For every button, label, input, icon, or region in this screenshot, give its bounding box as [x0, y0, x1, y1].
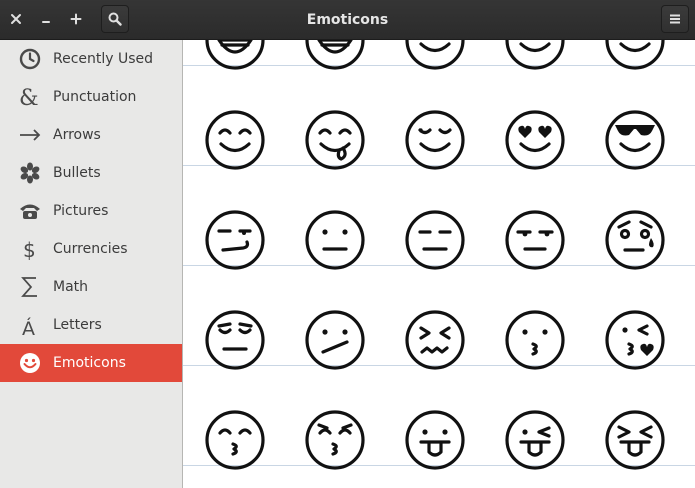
sidebar-item-label: Arrows — [53, 127, 101, 143]
minimize-button[interactable] — [33, 6, 59, 32]
anxious-sweat-face-icon — [605, 210, 665, 270]
unamused-face-icon — [505, 210, 565, 270]
relieved-face-icon — [405, 110, 465, 170]
ampersand-icon: & — [18, 85, 42, 109]
kissing-face-icon — [505, 310, 565, 370]
hamburger-menu-icon — [670, 14, 680, 24]
smiling-face-icon — [505, 40, 565, 70]
minimize-icon — [42, 21, 50, 23]
sidebar-item-punctuation[interactable]: & Punctuation — [0, 78, 182, 116]
sidebar-item-label: Pictures — [53, 203, 109, 219]
relieved-face-emoticon[interactable] — [403, 108, 467, 172]
sidebar-item-bullets[interactable]: Bullets — [0, 154, 182, 192]
kissing-smiling-eyes-face-icon — [305, 410, 365, 470]
sidebar-item-pictures[interactable]: Pictures — [0, 192, 182, 230]
kissing-smiling-eyes-face-emoticon[interactable] — [303, 408, 367, 472]
search-icon — [108, 12, 122, 26]
sunglasses-face-icon — [605, 110, 665, 170]
kissing-face-emoticon[interactable] — [503, 308, 567, 372]
sidebar-item-label: Bullets — [53, 165, 101, 181]
smiling-face-icon — [405, 40, 465, 70]
grinning-face-smiling-eyes-icon — [305, 40, 365, 70]
asterisk-bullet-icon — [18, 161, 42, 185]
neutral-face-emoticon[interactable] — [303, 208, 367, 272]
face-savouring-food-icon — [305, 110, 365, 170]
smirking-face-emoticon[interactable] — [203, 208, 267, 272]
confused-face-icon — [305, 310, 365, 370]
sidebar-item-emoticons[interactable]: Emoticons — [0, 344, 182, 382]
letter-a-acute-icon: Á — [18, 313, 42, 337]
sidebar-item-letters[interactable]: Á Letters — [0, 306, 182, 344]
sunglasses-face-emoticon[interactable] — [603, 108, 667, 172]
sidebar-item-arrows[interactable]: Arrows — [0, 116, 182, 154]
kissing-closed-eyes-face-icon — [205, 410, 265, 470]
expressionless-face-emoticon[interactable] — [403, 208, 467, 272]
smiling-face-emoticon[interactable] — [503, 40, 567, 72]
winking-tongue-face-emoticon[interactable] — [503, 408, 567, 472]
kissing-closed-eyes-face-emoticon[interactable] — [203, 408, 267, 472]
search-button[interactable] — [101, 5, 129, 33]
anxious-sweat-face-emoticon[interactable] — [603, 208, 667, 272]
sidebar-item-label: Emoticons — [53, 355, 126, 371]
dollar-icon: $ — [18, 237, 42, 261]
smiling-face-icon — [605, 40, 665, 70]
arrow-right-icon — [18, 123, 42, 147]
menu-button[interactable] — [661, 5, 689, 33]
confused-face-emoticon[interactable] — [303, 308, 367, 372]
svg-text:&: & — [19, 86, 39, 108]
sidebar-item-recently-used[interactable]: Recently Used — [0, 40, 182, 78]
neutral-face-icon — [305, 210, 365, 270]
sidebar-item-label: Punctuation — [53, 89, 137, 105]
smiling-face-smiling-eyes-emoticon[interactable] — [203, 108, 267, 172]
header-bar: Emoticons — [0, 0, 695, 40]
sidebar-item-currencies[interactable]: $ Currencies — [0, 230, 182, 268]
face-blowing-kiss-emoticon[interactable] — [603, 308, 667, 372]
sigma-icon — [18, 275, 42, 299]
pensive-face-icon — [205, 310, 265, 370]
emoticon-grid — [183, 40, 695, 488]
telephone-icon — [18, 199, 42, 223]
smirking-face-icon — [205, 210, 265, 270]
sidebar-item-label: Currencies — [53, 241, 128, 257]
squinting-tongue-face-emoticon[interactable] — [603, 408, 667, 472]
svg-text:Á: Á — [22, 317, 35, 337]
sidebar-item-math[interactable]: Math — [0, 268, 182, 306]
smiley-icon — [18, 351, 42, 375]
plus-icon — [70, 13, 82, 25]
confounded-face-icon — [405, 310, 465, 370]
sidebar-item-label: Letters — [53, 317, 102, 333]
tongue-out-face-icon — [405, 410, 465, 470]
smiling-face-smiling-eyes-icon — [205, 110, 265, 170]
grinning-face-emoticon[interactable] — [203, 40, 267, 72]
sidebar: Recently Used & Punctuation Arrows Bulle… — [0, 40, 183, 488]
add-button[interactable] — [63, 6, 89, 32]
grinning-face-icon — [205, 40, 265, 70]
squinting-tongue-face-icon — [605, 410, 665, 470]
close-button[interactable] — [3, 6, 29, 32]
sidebar-item-label: Math — [53, 279, 89, 295]
smiling-face-emoticon[interactable] — [403, 40, 467, 72]
pensive-face-emoticon[interactable] — [203, 308, 267, 372]
face-blowing-kiss-icon — [605, 310, 665, 370]
face-savouring-food-emoticon[interactable] — [303, 108, 367, 172]
close-icon — [11, 14, 21, 24]
svg-text:$: $ — [23, 238, 36, 260]
expressionless-face-icon — [405, 210, 465, 270]
heart-eyes-face-emoticon[interactable] — [503, 108, 567, 172]
clock-icon — [18, 47, 42, 71]
winking-tongue-face-icon — [505, 410, 565, 470]
grinning-face-smiling-eyes-emoticon[interactable] — [303, 40, 367, 72]
smiling-face-emoticon[interactable] — [603, 40, 667, 72]
confounded-face-emoticon[interactable] — [403, 308, 467, 372]
sidebar-item-label: Recently Used — [53, 51, 154, 67]
tongue-out-face-emoticon[interactable] — [403, 408, 467, 472]
unamused-face-emoticon[interactable] — [503, 208, 567, 272]
heart-eyes-face-icon — [505, 110, 565, 170]
